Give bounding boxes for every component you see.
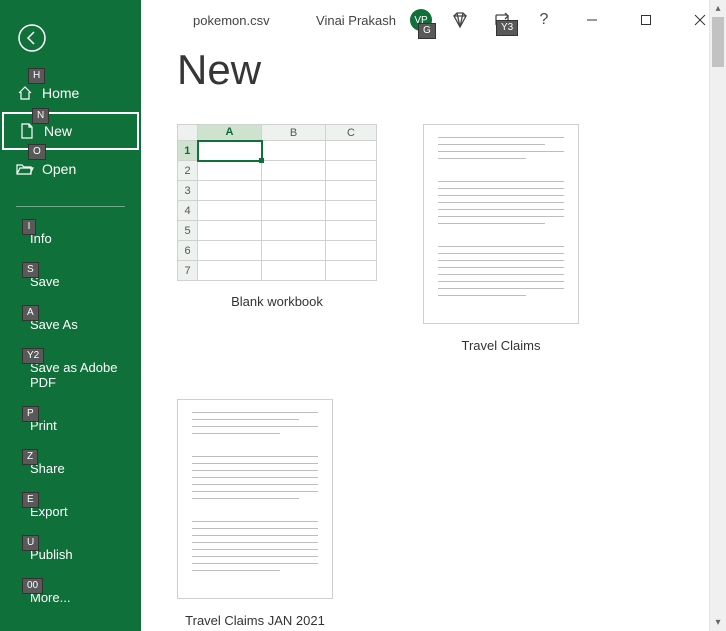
help-icon[interactable]: ? [530,6,558,34]
close-icon [694,14,706,26]
keytip: A [22,305,39,321]
sidebar-item-open[interactable]: O Open [0,150,141,188]
keytip: G [418,23,436,39]
window-maximize-button[interactable] [626,6,666,34]
back-arrow-icon [17,23,47,53]
sidebar-item-publish[interactable]: U Publish [0,533,141,576]
sidebar-item-adobepdf[interactable]: Y2 Save as Adobe PDF [0,346,141,404]
sidebar-item-label: Save as Adobe PDF [30,360,131,390]
scroll-up-icon[interactable]: ▴ [710,0,726,17]
open-folder-icon [16,160,34,178]
blank-workbook-thumb: ABC1234567 [177,124,377,280]
sidebar-item-print[interactable]: P Print [0,404,141,447]
vertical-scrollbar[interactable]: ▴ ▾ [709,0,726,631]
sidebar-item-share[interactable]: Z Share [0,447,141,490]
minimize-icon [586,14,598,26]
keytip: N [32,108,49,124]
new-file-icon [18,122,36,140]
sidebar-item-saveas[interactable]: A Save As [0,303,141,346]
template-caption: Travel Claims JAN 2021 [185,613,325,628]
sidebar-item-label: Open [42,161,76,177]
keytip: Y3 [496,20,518,36]
template-caption: Travel Claims [462,338,541,353]
sidebar-item-info[interactable]: I Info [0,217,141,260]
home-icon [16,84,34,102]
document-thumb [423,124,579,324]
template-caption: Blank workbook [231,294,323,309]
maximize-icon [640,14,652,26]
keytip: I [22,219,36,235]
scroll-down-icon[interactable]: ▾ [710,614,726,631]
filename-label: pokemon.csv [193,13,270,28]
keytip: 00 [22,578,43,594]
keytip: E [22,492,39,508]
window-minimize-button[interactable] [572,6,612,34]
template-gallery: ABC1234567 Blank workbook [177,124,690,628]
username-label: Vinai Prakash [316,13,396,28]
document-thumb [177,399,333,599]
sidebar-item-label: New [44,123,72,139]
sidebar-item-export[interactable]: E Export [0,490,141,533]
keytip: O [28,144,46,160]
sidebar-item-home[interactable]: H Home [0,74,141,112]
sidebar-item-label: Home [42,85,79,101]
sidebar-item-save[interactable]: S Save [0,260,141,303]
sidebar-item-new[interactable]: N New [2,112,139,150]
template-blank-workbook[interactable]: ABC1234567 Blank workbook [177,124,377,353]
main-pane: pokemon.csv Vinai Prakash VP G Y3 ? [141,0,726,631]
diamond-icon[interactable] [446,6,474,34]
keytip: Z [22,449,38,465]
page-heading: New [177,46,690,94]
scroll-thumb[interactable] [712,17,724,67]
sidebar-item-more[interactable]: 00 More... [0,576,141,619]
keytip: H [28,68,45,84]
keytip: P [22,406,39,422]
keytip: S [22,262,39,278]
share-tray-icon[interactable]: Y3 [488,6,516,34]
backstage-sidebar: H Home N New O Open [0,0,141,631]
sidebar-separator [16,206,125,207]
back-button[interactable] [14,20,50,56]
template-travel-claims-jan-2021[interactable]: Travel Claims JAN 2021 [177,399,333,628]
template-travel-claims[interactable]: Travel Claims [423,124,579,353]
titlebar: pokemon.csv Vinai Prakash VP G Y3 ? [141,0,726,40]
keytip: Y2 [22,348,44,364]
keytip: U [22,535,39,551]
